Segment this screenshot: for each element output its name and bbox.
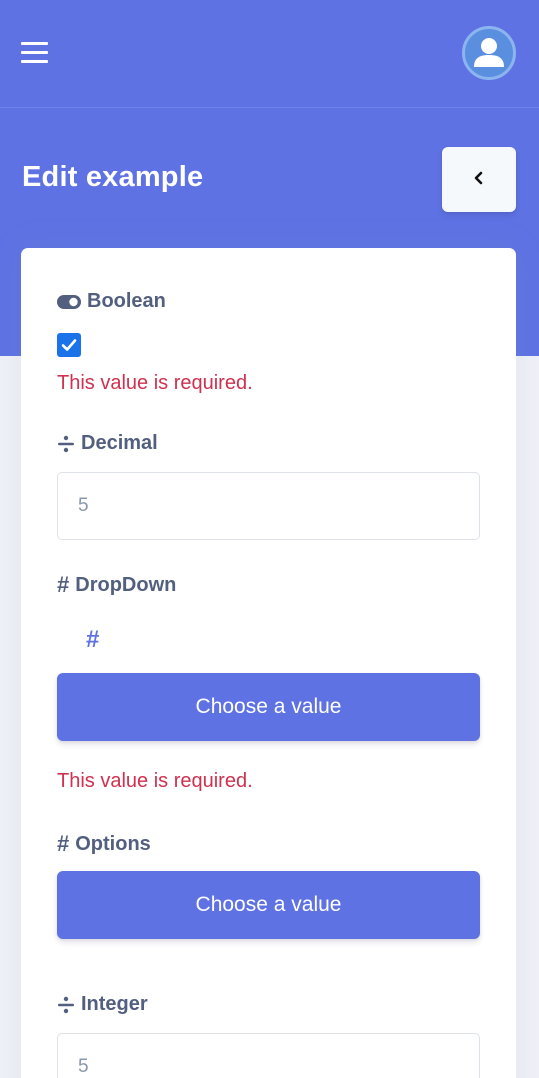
dropdown-hash-icon: #: [86, 626, 100, 653]
options-choose-button[interactable]: Choose a value: [57, 871, 480, 939]
dropdown-choose-button[interactable]: Choose a value: [57, 673, 480, 741]
dropdown-field-label: # DropDown: [57, 572, 176, 598]
dropdown-error-message: This value is required.: [57, 770, 253, 792]
back-button[interactable]: [442, 147, 516, 212]
integer-input[interactable]: 5: [57, 1033, 480, 1078]
boolean-label-text: Boolean: [87, 290, 166, 312]
options-label-text: Options: [75, 832, 151, 855]
top-navbar: [0, 0, 539, 108]
decimal-field-label: Decimal: [57, 432, 158, 455]
boolean-checkbox[interactable]: [57, 333, 81, 357]
hash-icon: #: [57, 572, 70, 597]
checkmark-icon: [61, 339, 77, 351]
hamburger-menu-icon[interactable]: [21, 42, 49, 64]
integer-field-label: Integer: [57, 993, 148, 1016]
page-title: Edit example: [22, 161, 204, 193]
divide-icon: [57, 434, 75, 454]
options-field-label: # Options: [57, 831, 151, 857]
dropdown-label-text: DropDown: [75, 573, 177, 596]
boolean-error-message: This value is required.: [57, 372, 253, 394]
decimal-input[interactable]: 5: [57, 472, 480, 540]
decimal-label-text: Decimal: [81, 432, 158, 454]
user-avatar-icon[interactable]: [462, 26, 516, 80]
hash-icon: #: [57, 831, 70, 856]
boolean-field-label: Boolean: [57, 290, 166, 313]
chevron-left-icon: [472, 171, 486, 188]
divide-icon: [57, 995, 75, 1015]
toggle-icon: [57, 294, 81, 309]
integer-label-text: Integer: [81, 993, 148, 1015]
